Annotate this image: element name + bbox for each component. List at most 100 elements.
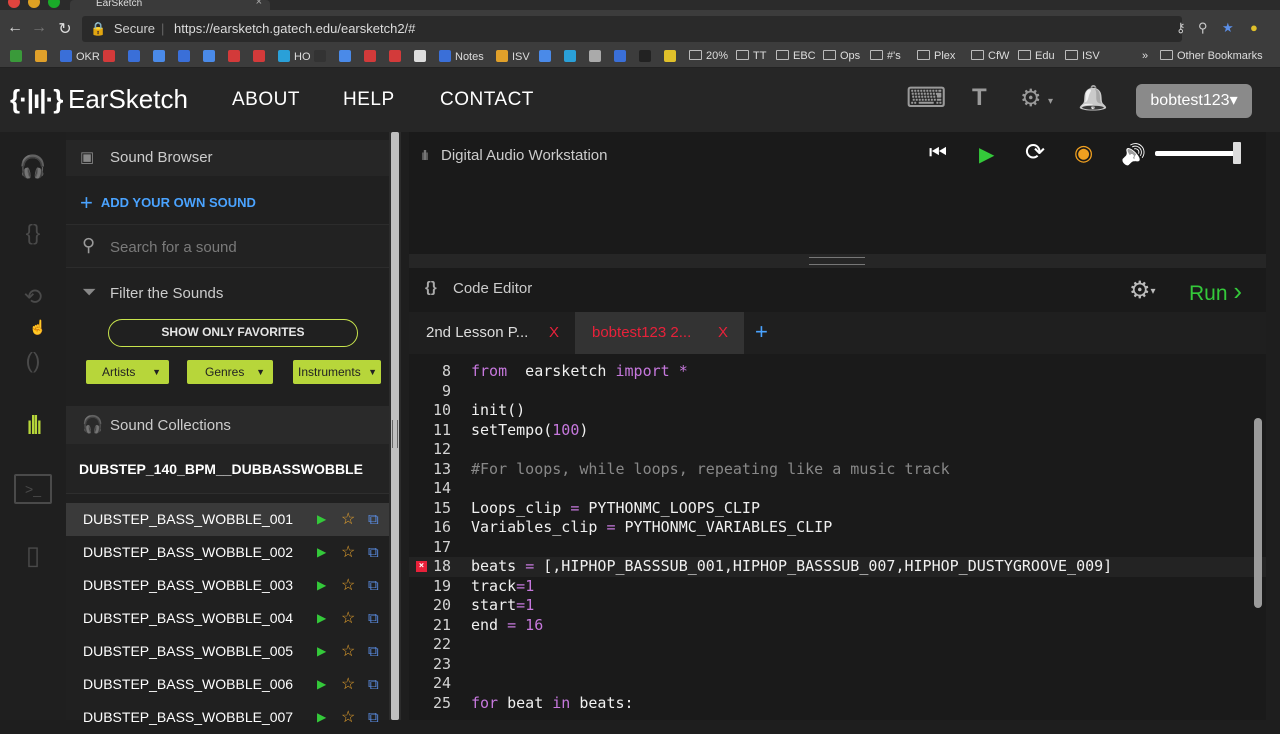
paste-to-editor-icon[interactable]: ⧉	[368, 569, 379, 602]
bookmark-item[interactable]	[253, 50, 269, 63]
nav-about[interactable]: ABOUT	[232, 89, 300, 111]
bookmark-item[interactable]: 20%	[689, 50, 728, 62]
preview-play-icon[interactable]: ▶	[317, 536, 326, 569]
bookmark-item[interactable]: TT	[736, 50, 766, 62]
paste-to-editor-icon[interactable]: ⧉	[368, 503, 379, 536]
bookmark-item[interactable]	[364, 50, 380, 63]
bookmark-item[interactable]: ISV	[1065, 50, 1100, 62]
tab-close-icon[interactable]: ×	[256, 0, 262, 8]
url-bar[interactable]: 🔒 Secure | https://earsketch.gatech.edu/e…	[82, 16, 1182, 42]
paste-to-editor-icon[interactable]: ⧉	[368, 536, 379, 569]
sound-item[interactable]: DUBSTEP_BASS_WOBBLE_003 ▶ ☆ ⧉	[66, 569, 389, 602]
paste-to-editor-icon[interactable]: ⧉	[368, 635, 379, 668]
bookmark-item[interactable]: #'s	[870, 50, 901, 62]
paste-to-editor-icon[interactable]: ⧉	[368, 602, 379, 635]
editor-settings-gear-icon[interactable]: ⚙▾	[1129, 276, 1156, 305]
bookmark-item[interactable]	[589, 50, 605, 63]
preview-play-icon[interactable]: ▶	[317, 569, 326, 602]
sound-item[interactable]: DUBSTEP_BASS_WOBBLE_005 ▶ ☆ ⧉	[66, 635, 389, 668]
user-menu-button[interactable]: bobtest123▾	[1136, 84, 1252, 118]
shared-scripts-tab-icon[interactable]: ⟲	[14, 280, 52, 314]
bookmark-item[interactable]: HO	[278, 50, 311, 63]
instruments-dropdown[interactable]: Instruments ▼	[293, 360, 381, 384]
other-bookmarks[interactable]: Other Bookmarks	[1160, 50, 1263, 62]
reload-icon[interactable]: ↻	[56, 19, 74, 39]
panel-resize-handle[interactable]	[389, 132, 401, 720]
preview-play-icon[interactable]: ▶	[317, 503, 326, 536]
bookmark-item[interactable]: ISV	[496, 50, 530, 63]
bookmark-item[interactable]	[539, 50, 555, 63]
bookmark-item[interactable]: Plex	[917, 50, 955, 62]
sound-folder-title[interactable]: DUBSTEP_140_BPM__DUBBASSWOBBLE	[66, 444, 389, 494]
bookmark-item[interactable]	[564, 50, 580, 63]
add-own-sound-button[interactable]: + ADD YOUR OWN SOUND	[80, 190, 256, 216]
favorite-star-icon[interactable]: ☆	[341, 503, 355, 536]
api-tab-icon[interactable]: ()	[14, 344, 52, 378]
font-size-icon[interactable]: T	[972, 84, 987, 112]
bookmark-item[interactable]: Ops	[823, 50, 860, 62]
bookmark-item[interactable]	[414, 50, 430, 63]
waveform-icon[interactable]: ıllı	[14, 408, 52, 442]
more-bookmarks-icon[interactable]: »	[1142, 50, 1148, 62]
editor-scrollbar[interactable]	[1254, 418, 1262, 608]
editor-tab-bobtest123[interactable]: bobtest123 2... X	[575, 312, 744, 354]
bookmark-item[interactable]	[153, 50, 169, 63]
back-icon[interactable]: ←	[6, 19, 24, 37]
artists-dropdown[interactable]: Artists ▼	[86, 360, 169, 384]
tab-close-icon[interactable]: X	[718, 312, 728, 354]
sound-item[interactable]: DUBSTEP_BASS_WOBBLE_004 ▶ ☆ ⧉	[66, 602, 389, 635]
volume-slider-thumb[interactable]	[1232, 142, 1241, 164]
nav-help[interactable]: HELP	[343, 89, 395, 111]
favorite-star-icon[interactable]: ☆	[341, 635, 355, 668]
bookmark-item[interactable]	[178, 50, 194, 63]
bookmark-item[interactable]	[35, 50, 51, 63]
bookmark-item[interactable]: EBC	[776, 50, 816, 62]
bookmark-item[interactable]	[339, 50, 355, 63]
sound-item[interactable]: DUBSTEP_BASS_WOBBLE_007 ▶ ☆ ⧉	[66, 701, 389, 734]
paste-to-editor-icon[interactable]: ⧉	[368, 668, 379, 701]
sound-item[interactable]: DUBSTEP_BASS_WOBBLE_002 ▶ ☆ ⧉	[66, 536, 389, 569]
tab-close-icon[interactable]: X	[549, 312, 559, 354]
close-window-button[interactable]	[8, 0, 20, 8]
bookmark-star-icon[interactable]: ★	[1222, 20, 1234, 36]
nav-contact[interactable]: CONTACT	[440, 89, 534, 111]
bookmark-item[interactable]	[314, 50, 330, 63]
show-only-favorites-button[interactable]: SHOW ONLY FAVORITES	[108, 319, 358, 347]
genres-dropdown[interactable]: Genres ▼	[187, 360, 273, 384]
notification-bell-icon[interactable]: 🔔	[1078, 84, 1108, 113]
key-icon[interactable]: ⚷	[1176, 20, 1186, 36]
bookmark-item[interactable]	[614, 50, 630, 63]
new-tab-plus-icon[interactable]: +	[755, 319, 768, 345]
curriculum-book-icon[interactable]: ▯	[14, 538, 52, 572]
bookmark-item[interactable]	[639, 50, 655, 63]
daw-editor-resize-handle[interactable]	[409, 254, 1266, 268]
run-button[interactable]: Run ›	[1189, 276, 1242, 307]
console-icon[interactable]: >_	[14, 474, 52, 504]
favorite-star-icon[interactable]: ☆	[341, 569, 355, 602]
rewind-icon[interactable]: ⏮	[929, 142, 947, 165]
play-icon[interactable]: ▶	[979, 142, 994, 167]
editor-tab-2nd-lesson[interactable]: 2nd Lesson P... X	[409, 312, 575, 354]
preview-play-icon[interactable]: ▶	[317, 635, 326, 668]
sound-browser-tab-icon[interactable]: 🎧	[14, 150, 52, 184]
bookmark-item[interactable]	[103, 50, 119, 63]
favorite-star-icon[interactable]: ☆	[341, 668, 355, 701]
volume-icon[interactable]: 🔊	[1121, 142, 1146, 167]
bookmark-item[interactable]	[228, 50, 244, 63]
metronome-icon[interactable]: ◉	[1074, 140, 1093, 166]
bookmark-item[interactable]: OKR	[60, 50, 100, 63]
favorite-star-icon[interactable]: ☆	[341, 536, 355, 569]
volume-slider[interactable]	[1155, 151, 1241, 156]
zoom-window-button[interactable]	[48, 0, 60, 8]
paste-to-editor-icon[interactable]: ⧉	[368, 701, 379, 734]
bookmark-item[interactable]	[128, 50, 144, 63]
sound-item[interactable]: DUBSTEP_BASS_WOBBLE_006 ▶ ☆ ⧉	[66, 668, 389, 701]
bookmark-item[interactable]: Notes	[439, 50, 484, 63]
browser-tab[interactable]: EarSketch ×	[70, 0, 270, 10]
settings-gear-icon[interactable]: ⚙	[1020, 84, 1042, 113]
preview-play-icon[interactable]: ▶	[317, 701, 326, 734]
bookmark-item[interactable]	[203, 50, 219, 63]
code-area[interactable]: 8 from earsketch import * 9 10 init() 11 setTe…	[409, 362, 1266, 720]
sound-search-input[interactable]	[110, 235, 370, 259]
zoom-icon[interactable]: ⚲	[1198, 20, 1208, 36]
